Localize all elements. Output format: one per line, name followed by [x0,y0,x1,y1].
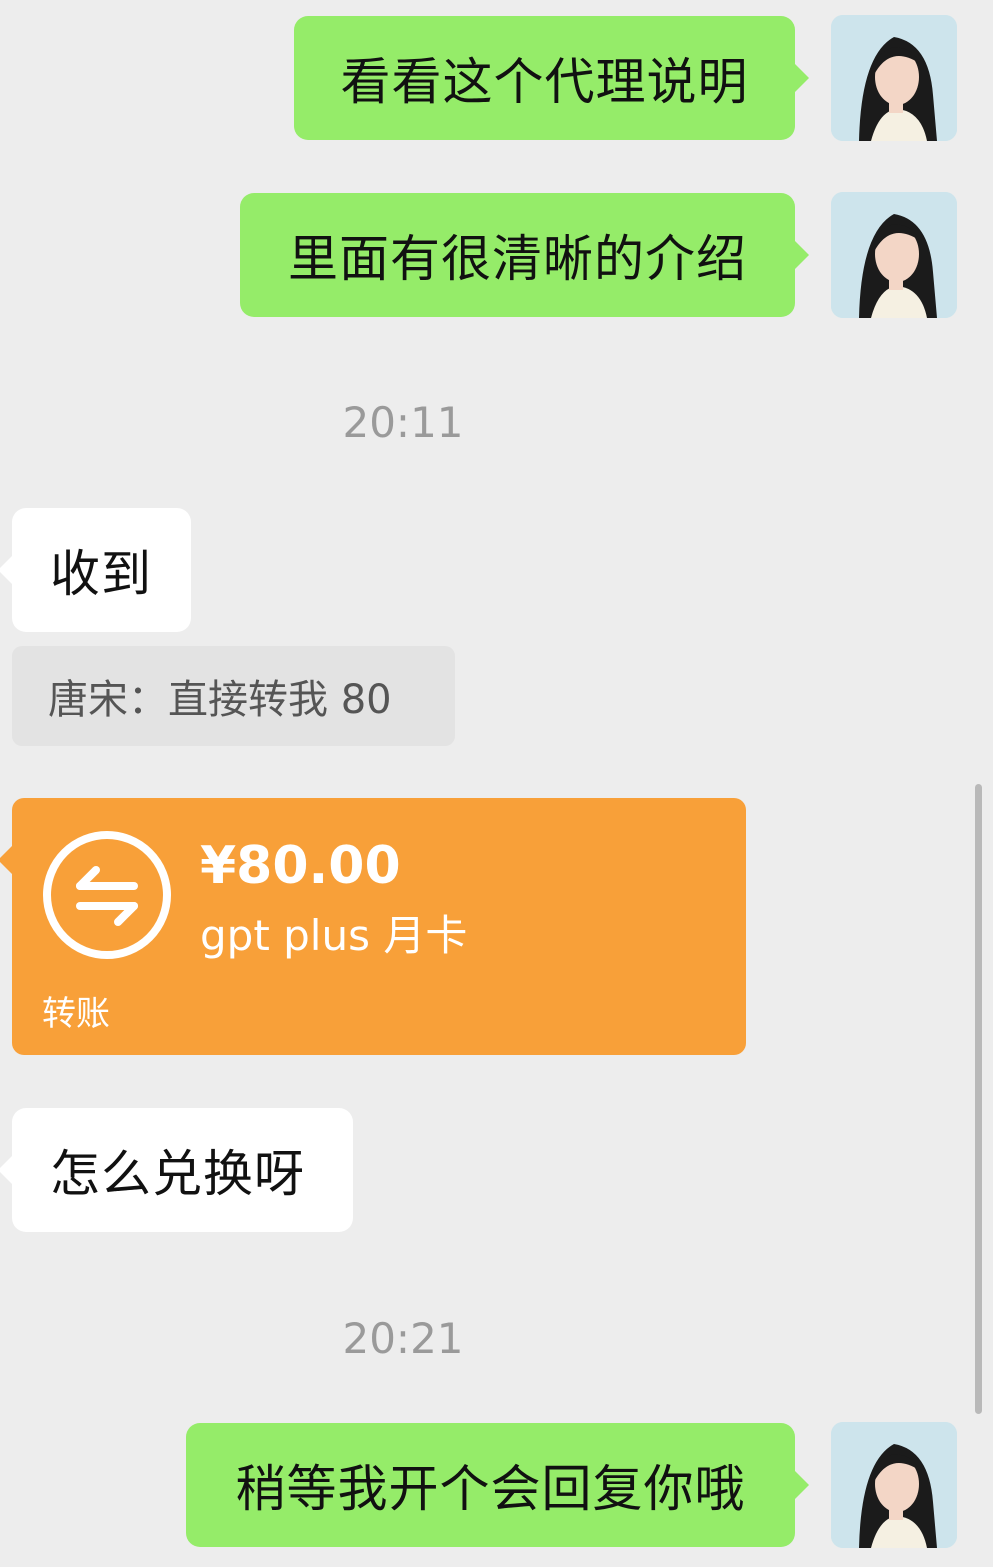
message-text: 收到 [50,545,152,603]
bubble-tail [795,241,809,269]
message-text: 里面有很清晰的介绍 [288,230,747,288]
message-text: 稍等我开个会回复你哦 [235,1460,746,1518]
chat-timestamp: 20:21 [342,1314,464,1363]
avatar[interactable] [831,192,957,318]
bubble-tail [795,64,809,92]
transfer-card[interactable]: ¥80.00 gpt plus 月卡 转账 [12,798,746,1055]
message-text: 看看这个代理说明 [340,53,749,111]
message-bubble-sent[interactable]: 稍等我开个会回复你哦 [186,1423,795,1547]
scrollbar[interactable] [975,784,982,1414]
quoted-message[interactable]: 唐宋：直接转我 80 [12,646,455,746]
message-bubble-sent[interactable]: 看看这个代理说明 [294,16,795,140]
bubble-tail [0,1156,12,1184]
avatar[interactable] [831,1422,957,1548]
message-bubble-received[interactable]: 收到 [12,508,191,632]
transfer-amount: ¥80.00 [200,836,401,896]
message-bubble-received[interactable]: 怎么兑换呀 [12,1108,353,1232]
message-text: 怎么兑换呀 [50,1145,305,1203]
transfer-note: gpt plus 月卡 [200,911,468,960]
bubble-tail [0,846,12,874]
bubble-tail [795,1471,809,1499]
transfer-label: 转账 [42,994,110,1034]
quote-text: 唐宋：直接转我 80 [48,677,392,723]
avatar[interactable] [831,15,957,141]
chat-timestamp: 20:11 [342,398,464,447]
bubble-tail [0,556,12,584]
transfer-arrows-icon [43,831,171,959]
message-bubble-sent[interactable]: 里面有很清晰的介绍 [240,193,795,317]
